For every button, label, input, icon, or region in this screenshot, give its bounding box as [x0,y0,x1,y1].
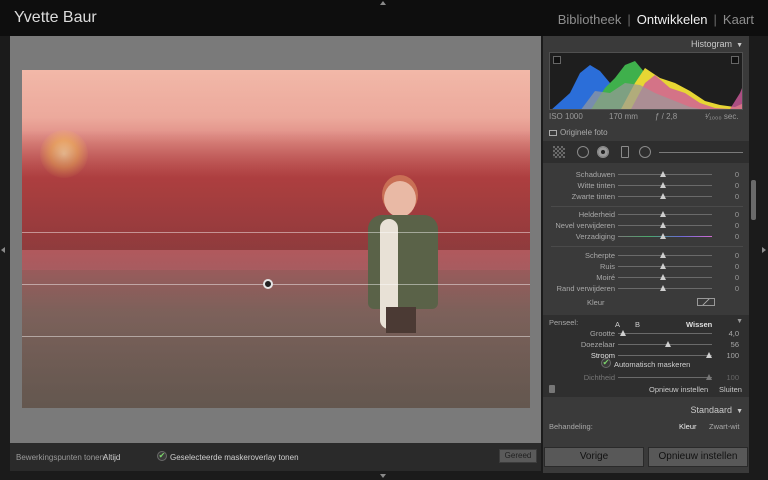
bottom-panel-toggle-icon[interactable] [380,474,386,478]
top-bar: Yvette Baur Bibliotheek | Ontwikkelen | Kaar… [0,0,768,36]
done-button[interactable]: Gereed [499,449,537,463]
photo-preview[interactable] [22,70,530,408]
module-picker: Bibliotheek | Ontwikkelen | Kaart [557,12,754,27]
module-map[interactable]: Kaart [723,12,754,27]
crop-tool-icon[interactable] [553,146,565,158]
adjustment-blacks: Zwarte tinten 0 [571,192,739,201]
child-subject [362,175,442,335]
treatment-row: Behandeling: Kleur Zwart-wit [543,419,749,433]
color-swatch[interactable] [697,298,715,306]
basic-panel-header[interactable]: Standaard ▼ [543,402,749,418]
overlay-checkbox[interactable]: ✔ [157,451,167,461]
original-photo-icon [549,129,557,136]
exif-aperture: ƒ / 2,8 [655,112,678,121]
auto-mask-label: Automatisch maskeren [614,360,691,369]
exif-iso: ISO 1000 [549,112,583,121]
highlight-clipping-toggle[interactable] [731,56,739,64]
basic-panel-title: Standaard [690,405,733,415]
reset-all-button[interactable]: Opnieuw instellen [648,447,748,467]
top-panel-toggle-icon[interactable] [380,1,386,5]
heather-field [22,270,530,408]
panel-switch-icon[interactable] [549,385,555,393]
identity-plate: Yvette Baur [14,9,97,26]
edit-pin[interactable] [263,279,273,289]
mask-toolbar: Bewerkingspunten tonen: Altijd ✔ Geselec… [10,443,541,471]
treatment-color-button[interactable]: Kleur [679,422,697,431]
shadow-clipping-toggle[interactable] [553,56,561,64]
right-panel-toggle-icon[interactable] [762,247,766,253]
brush-close-button[interactable]: Sluiten [719,385,742,394]
gradient-guide-line-bottom[interactable] [22,336,530,337]
color-label: Kleur [587,298,605,307]
redeye-tool-icon[interactable] [597,146,609,158]
original-photo-toggle[interactable]: Originele foto [549,128,608,137]
histogram-header[interactable]: Histogram ▼ [543,36,749,52]
exif-focal: 170 mm [609,112,638,121]
module-develop[interactable]: Ontwikkelen [637,12,708,27]
panel-scrollbar[interactable] [751,180,756,220]
original-photo-label: Originele foto [560,128,608,137]
image-canvas[interactable] [10,36,541,443]
gradient-guide-line-top[interactable] [22,232,530,233]
right-panel: Histogram ▼ ISO 1000 170 mm ƒ / 2,8 ¹⁄₁₀₀… [543,36,749,473]
edit-points-label: Bewerkingspunten tonen: [16,453,107,462]
edit-points-select[interactable]: Altijd [103,453,120,462]
adjustment-defringe: Rand verwijderen 0 [556,284,739,293]
basic-collapse-arrow-icon[interactable]: ▼ [736,408,743,415]
brush-reset-button[interactable]: Opnieuw instellen [649,385,708,394]
exif-shutter: ¹⁄₁₀₀₀ sec. [705,112,739,121]
histogram-title: Histogram [691,39,733,49]
brush-label: Penseel: [549,318,579,327]
brush-erase-button[interactable]: Wissen [686,320,712,329]
brush-footer: Opnieuw instellen Sluiten [543,382,749,396]
brush-a-button[interactable]: A [615,320,620,329]
brush-b-button[interactable]: B [635,320,640,329]
local-tools-strip [543,141,749,163]
treatment-label: Behandeling: [549,422,593,431]
gradient-guide-line-center[interactable] [22,284,530,285]
collapse-arrow-icon[interactable]: ▼ [736,42,743,49]
overlay-label: Geselecteerde maskeroverlay tonen [170,453,299,462]
treatment-bw-button[interactable]: Zwart-wit [709,422,739,431]
auto-mask-checkbox[interactable]: ✔ [601,358,611,368]
adjustment-brush-slider[interactable] [659,152,743,153]
graduated-filter-tool-icon[interactable] [621,146,629,158]
histogram-chart [549,52,743,110]
previous-button[interactable]: Vorige [544,447,644,467]
spot-removal-tool-icon[interactable] [577,146,589,158]
module-library[interactable]: Bibliotheek [558,12,622,27]
left-panel-toggle-icon[interactable] [1,247,5,253]
adjustment-saturation: Verzadiging 0 [575,232,739,241]
radial-filter-tool-icon[interactable] [639,146,651,158]
brush-collapse-icon[interactable]: ▼ [736,318,743,325]
